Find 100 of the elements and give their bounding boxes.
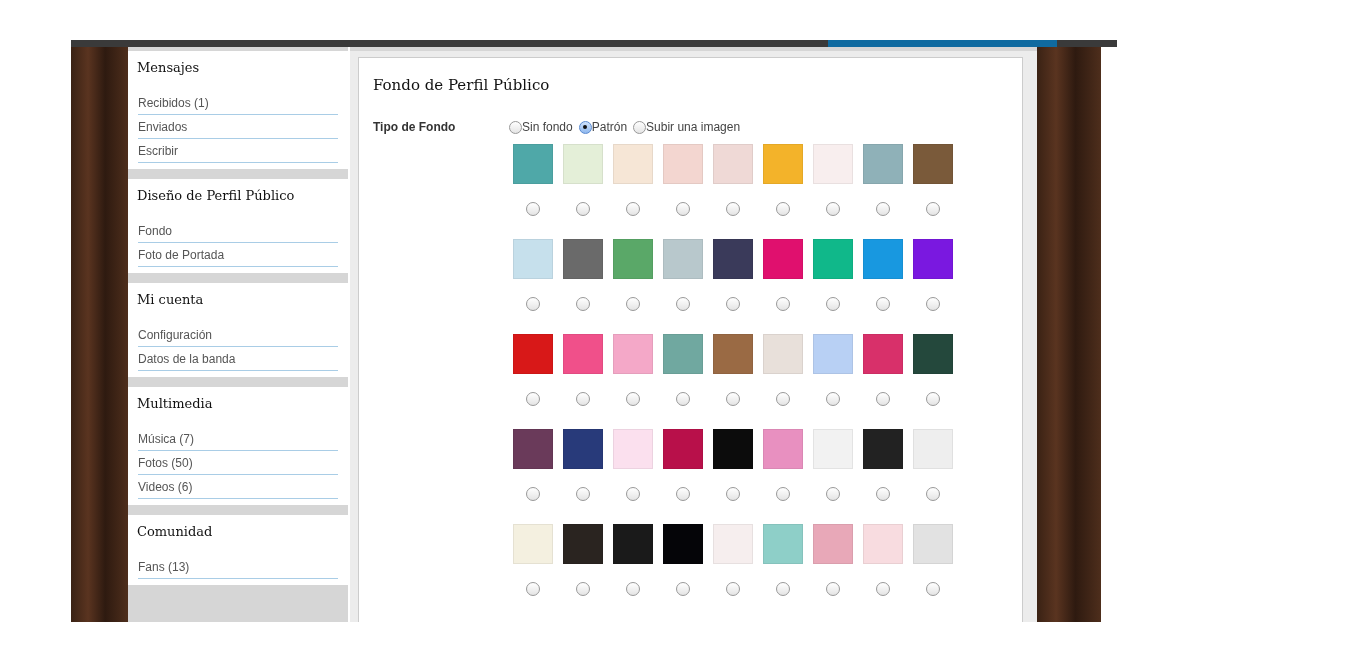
radio-button[interactable]	[526, 297, 540, 311]
radio-button[interactable]	[676, 202, 690, 216]
pattern-swatch[interactable]	[663, 334, 703, 374]
pattern-swatch[interactable]	[663, 144, 703, 184]
radio-button[interactable]	[926, 582, 940, 596]
radio-button[interactable]	[676, 392, 690, 406]
pattern-swatch[interactable]	[663, 239, 703, 279]
sidebar-link[interactable]: Recibidos (1)	[138, 91, 338, 115]
pattern-swatch[interactable]	[713, 239, 753, 279]
pattern-swatch[interactable]	[613, 239, 653, 279]
pattern-swatch[interactable]	[563, 144, 603, 184]
radio-button[interactable]	[876, 392, 890, 406]
pattern-swatch[interactable]	[513, 429, 553, 469]
sidebar-link[interactable]: Configuración	[138, 323, 338, 347]
radio-button[interactable]	[876, 297, 890, 311]
pattern-swatch[interactable]	[763, 239, 803, 279]
pattern-swatch[interactable]	[563, 239, 603, 279]
radio-button[interactable]	[926, 392, 940, 406]
pattern-swatch[interactable]	[913, 239, 953, 279]
radio-button[interactable]	[876, 202, 890, 216]
radio-option[interactable]: Sin fondo	[509, 120, 573, 134]
pattern-swatch[interactable]	[713, 144, 753, 184]
radio-button[interactable]	[776, 487, 790, 501]
sidebar-link[interactable]: Datos de la banda	[138, 347, 338, 371]
pattern-swatch[interactable]	[813, 239, 853, 279]
pattern-swatch[interactable]	[863, 239, 903, 279]
radio-option[interactable]: Patrón	[578, 120, 628, 134]
sidebar-link[interactable]: Fotos (50)	[138, 451, 338, 475]
pattern-swatch[interactable]	[713, 334, 753, 374]
radio-button[interactable]	[926, 487, 940, 501]
pattern-swatch[interactable]	[613, 334, 653, 374]
pattern-swatch[interactable]	[813, 144, 853, 184]
radio-button[interactable]	[576, 297, 590, 311]
radio-button[interactable]	[726, 487, 740, 501]
sidebar-link[interactable]: Videos (6)	[138, 475, 338, 499]
pattern-swatch[interactable]	[913, 144, 953, 184]
pattern-swatch[interactable]	[613, 429, 653, 469]
radio-button[interactable]	[626, 297, 640, 311]
pattern-swatch[interactable]	[563, 429, 603, 469]
pattern-swatch[interactable]	[513, 334, 553, 374]
pattern-swatch[interactable]	[763, 144, 803, 184]
pattern-swatch[interactable]	[763, 429, 803, 469]
radio-button[interactable]	[676, 297, 690, 311]
sidebar-link[interactable]: Fans (13)	[138, 555, 338, 579]
pattern-swatch[interactable]	[613, 524, 653, 564]
sidebar-link[interactable]: Enviados	[138, 115, 338, 139]
radio-button[interactable]	[676, 582, 690, 596]
radio-button[interactable]	[826, 582, 840, 596]
pattern-swatch[interactable]	[713, 524, 753, 564]
radio-button[interactable]	[726, 392, 740, 406]
pattern-swatch[interactable]	[563, 524, 603, 564]
radio-button[interactable]	[726, 582, 740, 596]
radio-button[interactable]	[578, 120, 592, 134]
pattern-swatch[interactable]	[863, 144, 903, 184]
sidebar-link[interactable]: Escribir	[138, 139, 338, 163]
radio-button[interactable]	[576, 582, 590, 596]
radio-button[interactable]	[526, 582, 540, 596]
pattern-swatch[interactable]	[913, 524, 953, 564]
radio-button[interactable]	[776, 297, 790, 311]
radio-button[interactable]	[626, 392, 640, 406]
radio-button[interactable]	[926, 202, 940, 216]
radio-button[interactable]	[526, 202, 540, 216]
pattern-swatch[interactable]	[913, 334, 953, 374]
radio-button[interactable]	[776, 582, 790, 596]
radio-button[interactable]	[726, 297, 740, 311]
radio-button[interactable]	[876, 487, 890, 501]
radio-button[interactable]	[576, 392, 590, 406]
sidebar-link[interactable]: Música (7)	[138, 427, 338, 451]
radio-button[interactable]	[726, 202, 740, 216]
pattern-swatch[interactable]	[863, 334, 903, 374]
radio-button[interactable]	[576, 202, 590, 216]
radio-button[interactable]	[626, 202, 640, 216]
pattern-swatch[interactable]	[763, 334, 803, 374]
pattern-swatch[interactable]	[813, 524, 853, 564]
sidebar-link[interactable]: Foto de Portada	[138, 243, 338, 267]
pattern-swatch[interactable]	[763, 524, 803, 564]
pattern-swatch[interactable]	[863, 429, 903, 469]
radio-button[interactable]	[526, 487, 540, 501]
pattern-swatch[interactable]	[563, 334, 603, 374]
pattern-swatch[interactable]	[513, 144, 553, 184]
radio-button[interactable]	[826, 202, 840, 216]
pattern-swatch[interactable]	[513, 524, 553, 564]
pattern-swatch[interactable]	[713, 429, 753, 469]
radio-button[interactable]	[676, 487, 690, 501]
pattern-swatch[interactable]	[813, 334, 853, 374]
radio-button[interactable]	[576, 487, 590, 501]
radio-button[interactable]	[776, 392, 790, 406]
radio-button[interactable]	[826, 297, 840, 311]
pattern-swatch[interactable]	[913, 429, 953, 469]
sidebar-link[interactable]: Fondo	[138, 219, 338, 243]
radio-button[interactable]	[826, 392, 840, 406]
radio-button[interactable]	[926, 297, 940, 311]
pattern-swatch[interactable]	[663, 524, 703, 564]
radio-button[interactable]	[509, 120, 522, 134]
radio-button[interactable]	[626, 487, 640, 501]
radio-button[interactable]	[626, 582, 640, 596]
pattern-swatch[interactable]	[863, 524, 903, 564]
radio-button[interactable]	[876, 582, 890, 596]
pattern-swatch[interactable]	[663, 429, 703, 469]
radio-button[interactable]	[526, 392, 540, 406]
